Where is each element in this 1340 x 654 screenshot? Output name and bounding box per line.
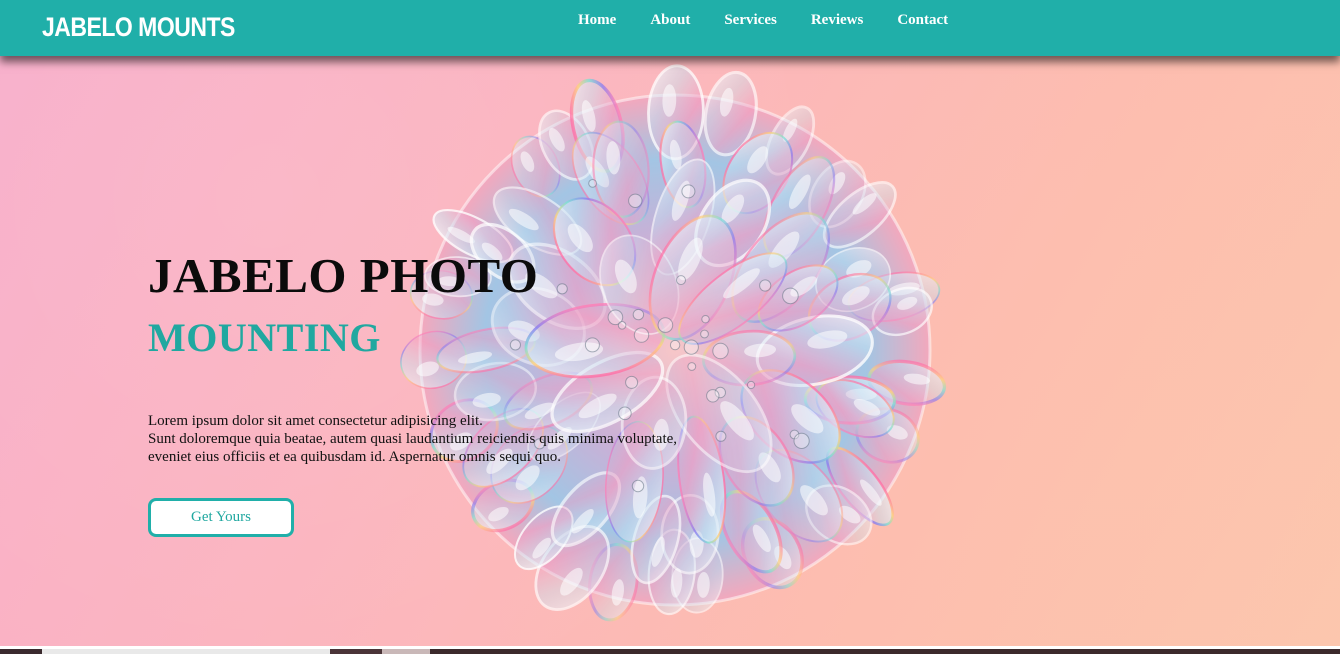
orb-droplet bbox=[617, 321, 627, 330]
nav-links: Home About Services Reviews Contact bbox=[578, 12, 982, 29]
orb-droplet bbox=[669, 339, 681, 351]
orb-droplet bbox=[556, 283, 568, 295]
orb-droplet bbox=[628, 193, 643, 209]
orb-droplet bbox=[584, 337, 600, 353]
hero-description-line: Lorem ipsum dolor sit amet consectetur a… bbox=[148, 413, 483, 429]
hero-heading: JABELO PHOTO MOUNTING bbox=[148, 250, 538, 360]
orb-droplet bbox=[676, 275, 686, 286]
orb-droplet bbox=[588, 179, 598, 188]
nav-about-link[interactable]: About bbox=[650, 12, 690, 29]
orb-droplet bbox=[701, 315, 710, 324]
orb-droplet bbox=[793, 432, 810, 449]
orb-droplet bbox=[632, 308, 645, 321]
nav-services-link[interactable]: Services bbox=[724, 12, 776, 29]
navbar: JABELO MOUNTS Home About Services Review… bbox=[0, 0, 1340, 56]
orb-droplet bbox=[657, 317, 674, 333]
hero-description-line: Sunt doloremque quia beatae, autem quasi… bbox=[148, 431, 678, 447]
orb-droplet bbox=[687, 362, 697, 371]
page: JABELO MOUNTS Home About Services Review… bbox=[0, 0, 1340, 654]
hero-description: Lorem ipsum dolor sit amet consectetur a… bbox=[148, 412, 748, 466]
get-yours-button[interactable]: Get Yours bbox=[148, 498, 294, 537]
orb-droplet bbox=[633, 327, 650, 343]
orb-droplet bbox=[683, 339, 699, 355]
nav-reviews-link[interactable]: Reviews bbox=[811, 12, 864, 29]
orb-droplet bbox=[706, 389, 720, 403]
orb-droplet bbox=[700, 329, 709, 339]
hero-subtitle: MOUNTING bbox=[148, 315, 381, 360]
nav-home-link[interactable]: Home bbox=[578, 12, 616, 29]
brand-logo[interactable]: JABELO MOUNTS bbox=[42, 12, 235, 43]
hero-description-line: eveniet eius officiis et ea quibusdam id… bbox=[148, 449, 561, 465]
orb-droplet bbox=[681, 184, 696, 199]
hero-title: JABELO PHOTO bbox=[148, 248, 539, 303]
orb-droplet bbox=[759, 279, 772, 292]
orb-droplet bbox=[712, 342, 729, 360]
bottom-scroll-strip bbox=[0, 646, 1340, 654]
orb-droplet bbox=[625, 375, 639, 389]
orb-droplet bbox=[631, 479, 645, 493]
orb-droplet bbox=[782, 287, 799, 305]
nav-contact-link[interactable]: Contact bbox=[897, 12, 948, 29]
orb-droplet bbox=[747, 380, 756, 390]
